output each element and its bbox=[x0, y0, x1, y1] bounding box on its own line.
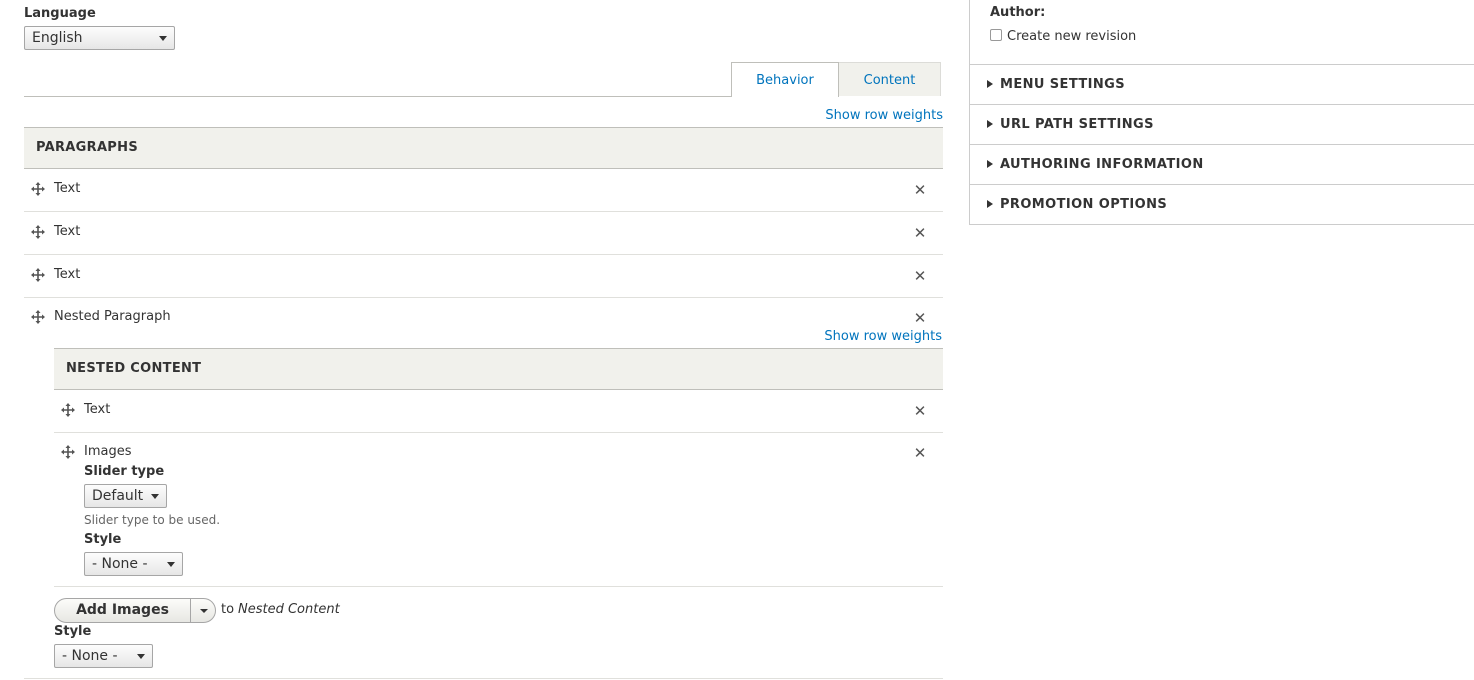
add-images-button[interactable]: Add Images bbox=[55, 599, 191, 622]
chevron-down-icon bbox=[167, 562, 175, 567]
sidebar-section-title: MENU SETTINGS bbox=[1000, 77, 1126, 92]
triangle-right-icon bbox=[987, 80, 993, 88]
remove-close-icon[interactable]: ✕ bbox=[912, 225, 928, 241]
language-select-value: English bbox=[32, 30, 83, 46]
slider-type-label: Slider type bbox=[84, 464, 165, 479]
style-label: Style bbox=[54, 624, 92, 639]
drag-handle-icon[interactable] bbox=[60, 444, 76, 460]
paragraphs-header: PARAGRAPHS bbox=[24, 127, 943, 169]
language-label: Language bbox=[24, 6, 96, 21]
triangle-right-icon bbox=[987, 160, 993, 168]
paragraph-row-label: Text bbox=[54, 181, 81, 196]
tabs-baseline bbox=[24, 96, 732, 97]
style-select[interactable]: - None - bbox=[54, 644, 153, 668]
nested-row-label: Images bbox=[84, 444, 132, 459]
sidebar-section-authoring-information[interactable]: AUTHORING INFORMATION bbox=[970, 145, 1474, 185]
triangle-right-icon bbox=[987, 200, 993, 208]
remove-close-icon[interactable]: ✕ bbox=[912, 403, 928, 419]
sidebar-section-title: AUTHORING INFORMATION bbox=[1000, 157, 1204, 172]
sidebar-section-promotion-options[interactable]: PROMOTION OPTIONS bbox=[970, 185, 1474, 225]
slider-type-description: Slider type to be used. bbox=[84, 513, 221, 527]
remove-close-icon[interactable]: ✕ bbox=[912, 310, 928, 326]
add-to-text: to bbox=[221, 602, 235, 617]
drag-handle-icon[interactable] bbox=[30, 181, 46, 197]
add-target-text: Nested Content bbox=[238, 602, 340, 617]
revision-checkbox[interactable] bbox=[990, 29, 1002, 41]
tab-content[interactable]: Content bbox=[839, 62, 941, 96]
nested-content-header: NESTED CONTENT bbox=[54, 348, 943, 390]
drag-handle-icon[interactable] bbox=[60, 402, 76, 418]
row-divider bbox=[24, 254, 943, 255]
style-value: - None - bbox=[62, 648, 118, 664]
row-divider bbox=[54, 586, 943, 587]
nested-style-value: - None - bbox=[92, 556, 148, 572]
language-select[interactable]: English bbox=[24, 26, 175, 50]
chevron-down-icon bbox=[151, 494, 159, 499]
drag-handle-icon[interactable] bbox=[30, 267, 46, 283]
row-divider bbox=[24, 678, 943, 679]
remove-close-icon[interactable]: ✕ bbox=[912, 268, 928, 284]
nested-style-label: Style bbox=[84, 532, 122, 547]
paragraph-row-label: Text bbox=[54, 267, 81, 282]
row-divider bbox=[54, 432, 943, 433]
add-dropdown-toggle[interactable] bbox=[192, 599, 216, 622]
chevron-down-icon bbox=[159, 36, 167, 41]
add-images-split-button: Add Images bbox=[54, 598, 216, 623]
slider-type-value: Default bbox=[92, 488, 144, 504]
nested-content-header-label: NESTED CONTENT bbox=[66, 361, 202, 376]
slider-type-select[interactable]: Default bbox=[84, 484, 167, 508]
nested-style-select[interactable]: - None - bbox=[84, 552, 183, 576]
nested-show-row-weights-link[interactable]: Show row weights bbox=[824, 329, 942, 344]
sidebar-section-menu-settings[interactable]: MENU SETTINGS bbox=[970, 65, 1474, 105]
drag-handle-icon[interactable] bbox=[30, 309, 46, 325]
sidebar-section-title: URL PATH SETTINGS bbox=[1000, 117, 1154, 132]
show-row-weights-link[interactable]: Show row weights bbox=[825, 108, 943, 123]
row-divider bbox=[24, 211, 943, 212]
paragraphs-header-label: PARAGRAPHS bbox=[36, 140, 138, 155]
paragraph-row-label: Text bbox=[54, 224, 81, 239]
tab-behavior[interactable]: Behavior bbox=[731, 62, 839, 97]
sidebar-section-title: PROMOTION OPTIONS bbox=[1000, 197, 1168, 212]
chevron-down-icon bbox=[137, 654, 145, 659]
nested-row-label: Text bbox=[84, 402, 111, 417]
sidebar-section-url-path-settings[interactable]: URL PATH SETTINGS bbox=[970, 105, 1474, 145]
drag-handle-icon[interactable] bbox=[30, 224, 46, 240]
revision-label: Create new revision bbox=[1007, 29, 1137, 44]
remove-close-icon[interactable]: ✕ bbox=[912, 182, 928, 198]
chevron-down-icon bbox=[200, 609, 208, 613]
author-label: Author: bbox=[990, 5, 1046, 20]
triangle-right-icon bbox=[987, 120, 993, 128]
remove-close-icon[interactable]: ✕ bbox=[912, 445, 928, 461]
row-divider bbox=[24, 297, 943, 298]
paragraph-row-label: Nested Paragraph bbox=[54, 309, 171, 324]
